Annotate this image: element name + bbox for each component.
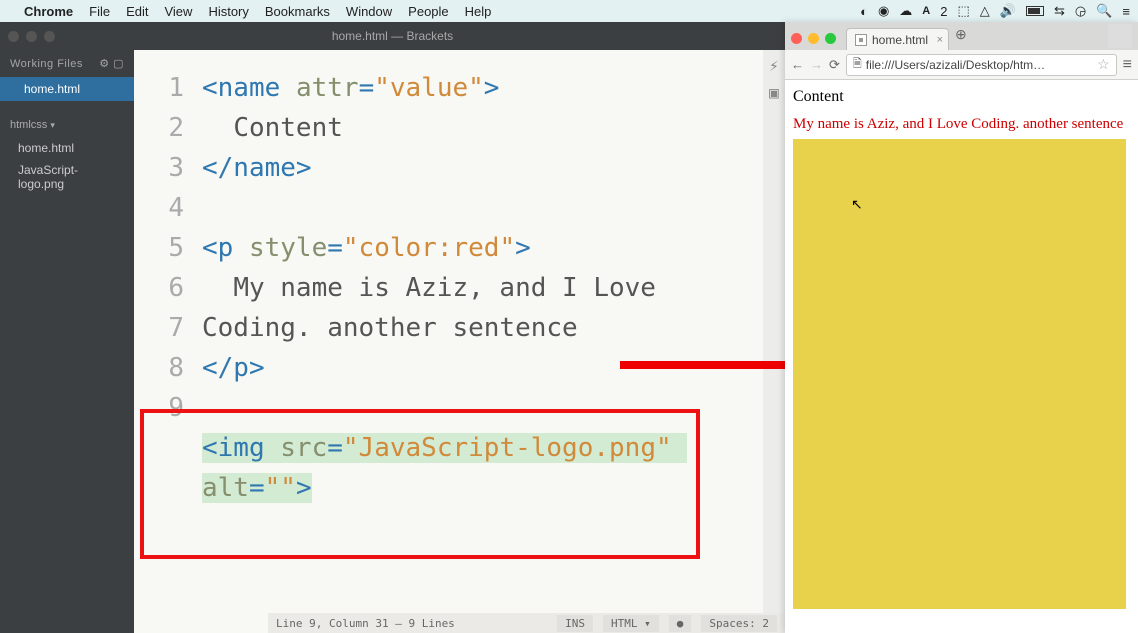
line-gutter: 123456789 (134, 50, 198, 613)
paragraph-text: My name is Aziz, and I Love Coding. anot… (793, 116, 1130, 133)
menu-view[interactable]: View (164, 4, 192, 19)
reload-button[interactable]: ⟳ (829, 57, 840, 73)
menu-edit[interactable]: Edit (126, 4, 148, 19)
minimize-icon[interactable] (26, 31, 37, 42)
page-content: Content My name is Aziz, and I Love Codi… (785, 80, 1138, 633)
menubar-status-icons: ◐ ◉ ☁ A 2 ⬚ △ 🔊 ⇆ ◶ 🔍 ≡ (860, 3, 1130, 19)
menu-help[interactable]: Help (465, 4, 492, 19)
wifi-icon[interactable]: ◶ (1075, 3, 1086, 19)
battery-icon[interactable] (1026, 6, 1044, 16)
wifi-icon[interactable]: ⇆ (1054, 3, 1065, 19)
close-icon[interactable] (791, 33, 802, 44)
menu-file[interactable]: File (89, 4, 110, 19)
extension-icon[interactable]: ▣ (769, 83, 779, 102)
brackets-window: home.html — Brackets Working Files ⚙ ▢ h… (0, 22, 785, 633)
dropbox-icon[interactable]: ⬚ (957, 3, 969, 19)
file-icon: 🗎 (853, 55, 862, 74)
status-icon[interactable]: ◐ (860, 4, 868, 19)
menu-window[interactable]: Window (346, 4, 392, 19)
brackets-sidebar: Working Files ⚙ ▢ home.html htmlcss ▾ ho… (0, 50, 134, 633)
close-tab-icon[interactable]: × (937, 34, 943, 46)
file-favicon-icon (855, 34, 867, 46)
spotlight-icon[interactable]: 🔍 (1096, 3, 1112, 19)
chrome-tabstrip: home.html × ⊕ (785, 22, 1138, 50)
status-spaces[interactable]: Spaces: 2 (701, 615, 777, 632)
cursor-position: Line 9, Column 31 — 9 Lines (276, 617, 547, 630)
adobe-icon[interactable]: A (922, 5, 930, 17)
menu-history[interactable]: History (208, 4, 248, 19)
url-text: file:///Users/azizali/Desktop/htm… (866, 58, 1045, 72)
zoom-icon[interactable] (825, 33, 836, 44)
chevron-down-icon: ▾ (50, 120, 55, 130)
mouse-cursor-icon: ↖ (851, 196, 863, 213)
close-icon[interactable] (8, 31, 19, 42)
chrome-menu-icon[interactable]: ≡ (1123, 56, 1132, 74)
working-files-header[interactable]: Working Files ⚙ ▢ (0, 50, 134, 77)
drive-icon[interactable]: △ (980, 3, 990, 19)
content-text: Content (793, 88, 1130, 106)
bookmark-star-icon[interactable]: ☆ (1097, 56, 1110, 73)
status-ins[interactable]: INS (557, 615, 593, 632)
mac-menubar: Chrome File Edit View History Bookmarks … (0, 0, 1138, 22)
menu-icon[interactable]: ≡ (1122, 4, 1130, 19)
menu-bookmarks[interactable]: Bookmarks (265, 4, 330, 19)
minimize-icon[interactable] (808, 33, 819, 44)
browser-tab[interactable]: home.html × (846, 28, 949, 50)
status-icon[interactable]: 2 (940, 4, 947, 19)
status-icon[interactable]: ◉ (878, 3, 889, 19)
profile-avatar[interactable] (1108, 24, 1132, 48)
forward-button[interactable]: → (810, 57, 823, 72)
working-file-item[interactable]: home.html (0, 77, 134, 101)
menu-people[interactable]: People (408, 4, 448, 19)
project-file-item[interactable]: home.html (0, 137, 134, 159)
project-header[interactable]: htmlcss ▾ (0, 113, 134, 137)
chrome-toolbar: ← → ⟳ 🗎 file:///Users/azizali/Desktop/ht… (785, 50, 1138, 80)
brackets-right-toolbar: ⚡ ▣ (763, 50, 785, 613)
status-bar: Line 9, Column 31 — 9 Lines INS HTML ▾ ●… (268, 613, 785, 633)
brackets-title: home.html — Brackets (0, 29, 785, 43)
status-circle[interactable]: ● (669, 615, 692, 632)
menubar-app[interactable]: Chrome (24, 4, 73, 19)
chrome-window: home.html × ⊕ ← → ⟳ 🗎 file:///Users/aziz… (785, 22, 1138, 633)
url-bar[interactable]: 🗎 file:///Users/azizali/Desktop/htm… ☆ (846, 54, 1117, 76)
volume-icon[interactable]: 🔊 (1000, 3, 1016, 19)
zoom-icon[interactable] (44, 31, 55, 42)
new-tab-button[interactable]: ⊕ (955, 26, 967, 43)
tab-title: home.html (872, 33, 928, 47)
project-file-item[interactable]: JavaScript-logo.png (0, 159, 134, 195)
working-files-label: Working Files (10, 58, 83, 70)
status-lang[interactable]: HTML ▾ (603, 615, 659, 632)
code-editor[interactable]: 123456789 <name attr="value"> Content</n… (134, 50, 785, 633)
javascript-logo-image (793, 139, 1126, 609)
brackets-titlebar[interactable]: home.html — Brackets (0, 22, 785, 50)
code-content[interactable]: <name attr="value"> Content</name><p sty… (198, 50, 763, 613)
gear-icon[interactable]: ⚙ ▢ (99, 57, 124, 70)
status-icon[interactable]: ☁ (899, 3, 912, 19)
back-button[interactable]: ← (791, 57, 804, 72)
live-preview-icon[interactable]: ⚡ (769, 56, 779, 75)
